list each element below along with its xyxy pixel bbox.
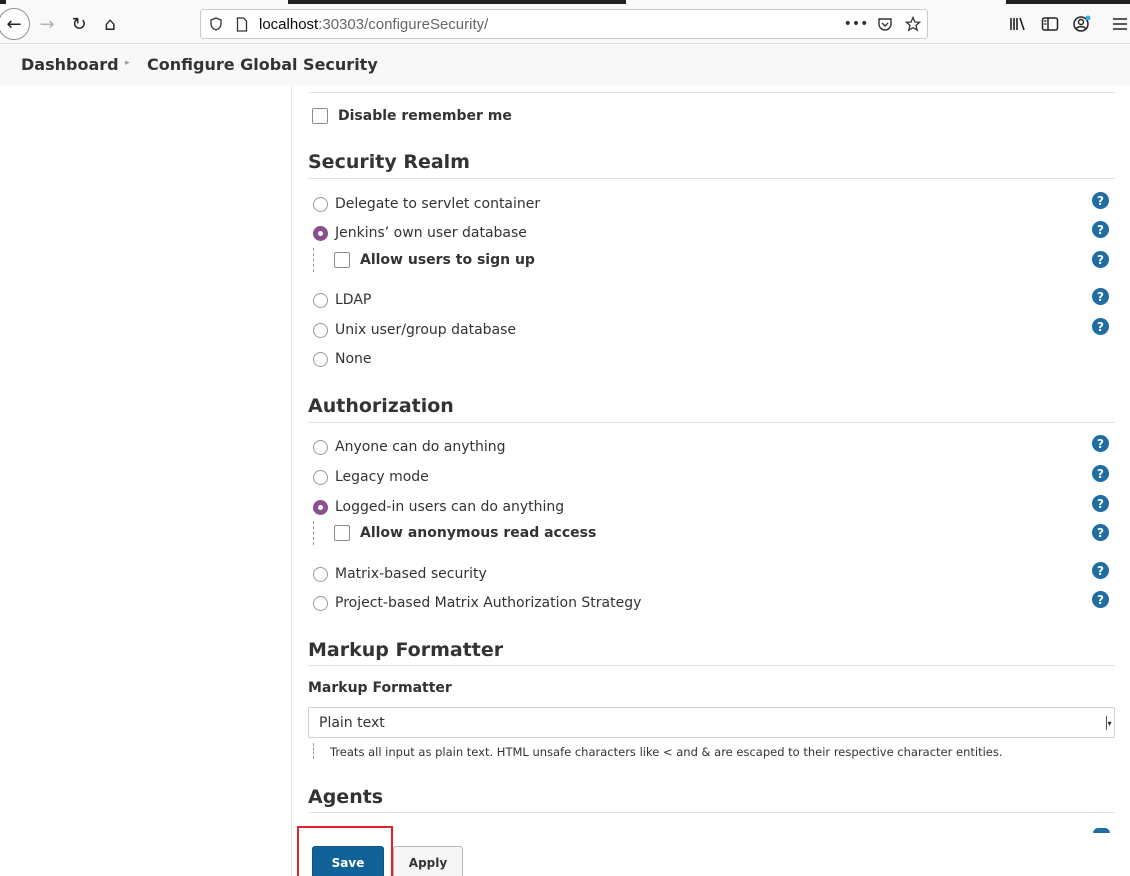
security-realm-title: Security Realm <box>308 151 470 173</box>
auth-option-matrix[interactable]: Matrix-based security <box>313 563 487 585</box>
breadcrumb: Dashboard ▸ Configure Global Security <box>0 45 1130 85</box>
help-icon[interactable]: ? <box>1092 465 1109 482</box>
help-icon[interactable]: ? <box>1092 562 1109 579</box>
menu-icon[interactable] <box>1110 14 1130 34</box>
auth-anyone-radio[interactable] <box>313 439 328 455</box>
library-icon[interactable] <box>1008 14 1028 34</box>
realm-option-servlet[interactable]: Delegate to servlet container <box>313 193 540 215</box>
allow-anonymous-checkbox[interactable] <box>334 525 350 541</box>
help-icon[interactable]: ? <box>1092 221 1109 238</box>
realm-servlet-radio[interactable] <box>313 196 328 212</box>
star-icon[interactable] <box>904 15 922 33</box>
url-host: localhost <box>259 16 319 33</box>
realm-option-jenkins-db[interactable]: Jenkins’ own user database <box>313 222 527 244</box>
auth-option-logged-in[interactable]: Logged-in users can do anything <box>313 496 564 518</box>
divider <box>308 665 1115 666</box>
page-icon[interactable] <box>233 15 251 33</box>
markup-formatter-select[interactable]: Plain text ▾ <box>308 707 1115 738</box>
agents-title: Agents <box>308 786 384 808</box>
help-icon[interactable]: ? <box>1092 288 1109 305</box>
auth-legacy-label[interactable]: Legacy mode <box>335 469 429 485</box>
auth-option-legacy[interactable]: Legacy mode <box>313 466 429 488</box>
auth-option-anyone[interactable]: Anyone can do anything <box>313 436 506 458</box>
reload-icon[interactable]: ↻ <box>64 9 94 39</box>
realm-ldap-radio[interactable] <box>313 292 328 308</box>
allow-signup-checkbox[interactable] <box>334 252 350 268</box>
forward-icon[interactable]: → <box>32 9 62 39</box>
realm-none-label[interactable]: None <box>335 351 372 367</box>
auth-matrix-label[interactable]: Matrix-based security <box>335 566 487 582</box>
nested-option-line <box>313 521 314 545</box>
divider <box>308 178 1115 179</box>
url-text: localhost:30303/configureSecurity/ <box>259 16 488 33</box>
disable-remember-me-checkbox[interactable] <box>312 108 328 124</box>
auth-logged-in-label[interactable]: Logged-in users can do anything <box>335 499 564 515</box>
apply-button[interactable]: Apply <box>393 846 463 876</box>
url-bar[interactable]: localhost:30303/configureSecurity/ ••• <box>200 9 928 39</box>
help-icon[interactable]: ? <box>1092 192 1109 209</box>
shield-icon[interactable] <box>207 15 225 33</box>
side-panel <box>0 85 292 876</box>
realm-option-unix[interactable]: Unix user/group database <box>313 319 516 341</box>
pocket-icon[interactable] <box>876 15 894 33</box>
help-icon[interactable]: ? <box>1092 318 1109 335</box>
markup-formatter-label: Markup Formatter <box>308 680 452 696</box>
help-icon[interactable]: ? <box>1092 435 1109 452</box>
help-icon[interactable]: ? <box>1092 495 1109 512</box>
back-icon[interactable]: ← <box>0 8 30 40</box>
realm-option-none[interactable]: None <box>313 348 372 370</box>
help-icon[interactable]: ? <box>1092 524 1109 541</box>
disable-remember-me-label[interactable]: Disable remember me <box>338 108 512 124</box>
disable-remember-me-row: Disable remember me <box>312 105 512 127</box>
breadcrumb-current[interactable]: Configure Global Security <box>147 55 378 74</box>
configure-security-form: Disable remember me Security Realm Deleg… <box>293 85 1130 876</box>
more-icon[interactable]: ••• <box>844 15 869 33</box>
breadcrumb-separator-icon[interactable]: ▸ <box>125 58 130 68</box>
allow-anonymous-row: Allow anonymous read access <box>334 522 596 544</box>
markup-formatter-description: Treats all input as plain text. HTML uns… <box>330 745 1003 759</box>
realm-jenkins-db-label[interactable]: Jenkins’ own user database <box>335 225 527 241</box>
realm-option-ldap[interactable]: LDAP <box>313 289 371 311</box>
nested-option-line <box>313 248 314 272</box>
auth-legacy-radio[interactable] <box>313 469 328 485</box>
url-path: :30303/configureSecurity/ <box>318 16 489 33</box>
auth-anyone-label[interactable]: Anyone can do anything <box>335 439 506 455</box>
realm-unix-radio[interactable] <box>313 322 328 338</box>
auth-project-matrix-radio[interactable] <box>313 595 328 611</box>
allow-signup-label[interactable]: Allow users to sign up <box>360 252 535 268</box>
dropdown-arrow-icon[interactable]: ▾ <box>1106 716 1112 730</box>
home-icon[interactable]: ⌂ <box>95 9 125 39</box>
auth-matrix-radio[interactable] <box>313 566 328 582</box>
help-icon[interactable]: ? <box>1092 251 1109 268</box>
auth-option-project-matrix[interactable]: Project-based Matrix Authorization Strat… <box>313 592 641 614</box>
account-icon[interactable] <box>1072 14 1092 34</box>
realm-jenkins-db-radio[interactable] <box>313 225 328 241</box>
sidebar-icon[interactable] <box>1040 14 1060 34</box>
markup-formatter-title: Markup Formatter <box>308 639 504 661</box>
realm-none-radio[interactable] <box>313 351 328 367</box>
realm-unix-label[interactable]: Unix user/group database <box>335 322 516 338</box>
allow-anonymous-label[interactable]: Allow anonymous read access <box>360 525 596 541</box>
markup-formatter-value: Plain text <box>319 715 385 731</box>
description-line <box>313 743 314 759</box>
auth-logged-in-radio[interactable] <box>313 499 328 515</box>
breadcrumb-dashboard[interactable]: Dashboard <box>21 55 119 74</box>
save-button[interactable]: Save <box>312 846 384 876</box>
browser-navbar: ← → ↻ ⌂ localhost:30303/configureSecurit… <box>0 4 1130 44</box>
realm-ldap-label[interactable]: LDAP <box>335 292 371 308</box>
divider <box>308 422 1115 423</box>
help-icon[interactable] <box>1093 828 1110 833</box>
divider <box>308 92 1115 93</box>
help-icon[interactable]: ? <box>1092 591 1109 608</box>
realm-servlet-label[interactable]: Delegate to servlet container <box>335 196 540 212</box>
authorization-title: Authorization <box>308 395 454 417</box>
divider <box>308 812 1115 813</box>
allow-signup-row: Allow users to sign up <box>334 249 535 271</box>
auth-project-matrix-label[interactable]: Project-based Matrix Authorization Strat… <box>335 595 641 611</box>
